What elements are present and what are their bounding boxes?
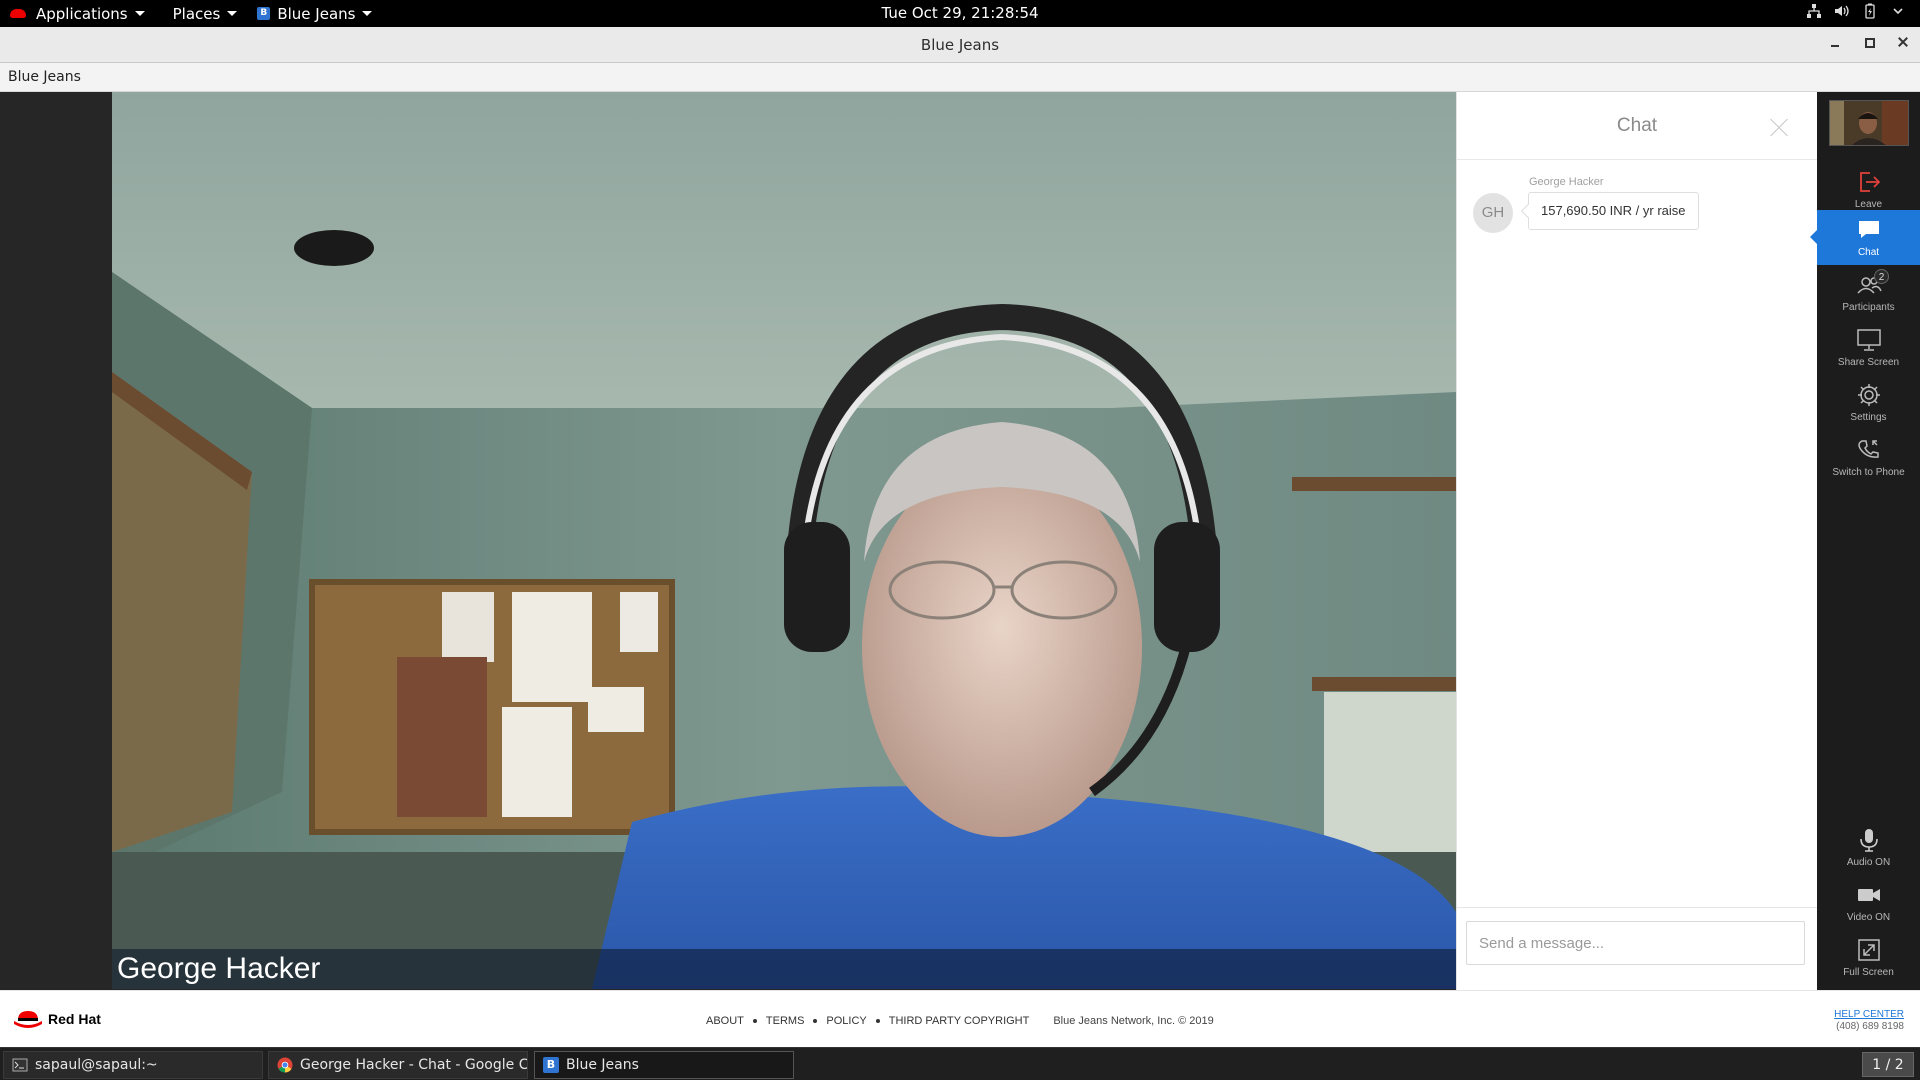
bluejeans-icon: B <box>257 7 271 20</box>
help-phone: (408) 689 8198 <box>1836 1021 1904 1032</box>
volume-icon <box>1835 5 1849 17</box>
chat-icon <box>1858 221 1879 238</box>
participants-button[interactable]: 2 Participants <box>1817 265 1920 320</box>
footer-link-third-party-copyright[interactable]: THIRD PARTY COPYRIGHT <box>889 1015 1030 1027</box>
chat-panel: Chat GH George Hacker 157,690.50 INR / y… <box>1456 92 1817 990</box>
separator-dot <box>813 1019 818 1023</box>
taskbar-item-label: sapaul@sapaul:~ <box>35 1057 158 1073</box>
chat-header: Chat <box>1457 92 1817 160</box>
help-center-link[interactable]: HELP CENTER <box>1834 1009 1904 1021</box>
avatar: GH <box>1473 193 1513 233</box>
separator-dot <box>875 1019 880 1023</box>
leave-button[interactable]: Leave <box>1817 162 1920 217</box>
message-input[interactable] <box>1466 921 1805 965</box>
meeting-toolbar: Leave Chat 2 Participants Share Screen S… <box>1810 92 1920 990</box>
footer-link-terms[interactable]: TERMS <box>766 1015 805 1027</box>
share-screen-button[interactable]: Share Screen <box>1817 320 1920 375</box>
active-app-menu[interactable]: B Blue Jeans <box>247 0 382 27</box>
full-screen-button[interactable]: Full Screen <box>1817 930 1920 985</box>
participant-video[interactable]: George Hacker <box>112 92 1456 989</box>
settings-icon <box>1857 384 1880 406</box>
chat-label: Chat <box>1857 247 1880 258</box>
meeting-area: George Hacker Chat GH George Hacker 157,… <box>0 92 1920 990</box>
app-tab-strip: Blue Jeans <box>0 63 1920 92</box>
participant-name-label: George Hacker <box>117 952 321 985</box>
places-menu-label: Places <box>172 4 221 23</box>
minimize-icon[interactable] <box>1828 35 1842 49</box>
message-bubble: 157,690.50 INR / yr raise <box>1528 192 1699 230</box>
redhat-icon <box>10 9 26 18</box>
battery-icon <box>1865 3 1875 19</box>
self-view-image <box>1830 101 1908 145</box>
tab-blue-jeans[interactable]: Blue Jeans <box>8 69 81 85</box>
settings-label: Settings <box>1850 412 1887 423</box>
taskbar-item-label: Blue Jeans <box>566 1057 639 1073</box>
applications-menu[interactable]: Applications <box>0 0 155 27</box>
message-sender: George Hacker <box>1529 176 1604 188</box>
share-screen-label: Share Screen <box>1837 357 1900 368</box>
microphone-icon <box>1859 829 1878 852</box>
separator-dot <box>752 1019 757 1023</box>
gnome-top-bar: Applications Places B Blue Jeans Tue Oct… <box>0 0 1920 27</box>
fullscreen-icon <box>1857 939 1880 961</box>
network-icon <box>1807 4 1821 18</box>
chat-footer <box>1457 907 1817 990</box>
window-controls <box>1828 35 1910 49</box>
chevron-down-icon <box>227 11 238 16</box>
taskbar-item-terminal[interactable]: sapaul@sapaul:~ <box>3 1051 263 1079</box>
chat-button[interactable]: Chat <box>1810 210 1920 265</box>
power-menu-icon <box>1893 8 1903 15</box>
terminal-icon <box>12 1058 28 1072</box>
maximize-icon[interactable] <box>1862 35 1876 49</box>
window-title: Blue Jeans <box>920 35 1000 54</box>
video-camera-icon <box>1857 889 1880 901</box>
phone-icon <box>1857 440 1879 458</box>
close-icon[interactable] <box>1896 35 1910 49</box>
redhat-logo[interactable]: Red Hat <box>14 1010 101 1028</box>
leave-icon <box>1859 172 1880 192</box>
full-screen-label: Full Screen <box>1843 967 1894 978</box>
bluejeans-icon: B <box>543 1057 559 1073</box>
footer-link-policy[interactable]: POLICY <box>826 1015 866 1027</box>
taskbar-item-label: George Hacker - Chat - Google C... <box>300 1057 528 1073</box>
help-block: HELP CENTER (408) 689 8198 <box>1834 1009 1904 1033</box>
active-app-label: Blue Jeans <box>277 4 356 23</box>
participants-label: Participants <box>1842 302 1895 313</box>
redhat-brand-label: Red Hat <box>48 1011 101 1027</box>
participants-count-badge: 2 <box>1874 269 1889 284</box>
copyright-text: Blue Jeans Network, Inc. © 2019 <box>1053 1015 1214 1027</box>
page-footer: Red Hat ABOUT TERMS POLICY THIRD PARTY C… <box>0 990 1920 1047</box>
audio-label: Audio ON <box>1846 857 1891 868</box>
applications-menu-label: Applications <box>36 4 128 23</box>
taskbar-item-bluejeans[interactable]: B Blue Jeans <box>534 1051 794 1079</box>
places-menu[interactable]: Places <box>163 0 248 27</box>
chevron-down-icon <box>134 11 145 16</box>
video-feed-image <box>112 92 1456 989</box>
redhat-hat-icon <box>14 1011 42 1028</box>
chrome-icon <box>277 1057 293 1073</box>
taskbar-item-chrome[interactable]: George Hacker - Chat - Google C... <box>268 1051 528 1079</box>
footer-links: ABOUT TERMS POLICY THIRD PARTY COPYRIGHT… <box>706 1015 1214 1027</box>
system-tray[interactable] <box>1806 3 1906 19</box>
switch-to-phone-label: Switch to Phone <box>1832 467 1905 478</box>
switch-to-phone-button[interactable]: Switch to Phone <box>1817 430 1920 485</box>
video-label: Video ON <box>1846 912 1891 923</box>
footer-link-about[interactable]: ABOUT <box>706 1015 744 1027</box>
window-title-bar[interactable]: Blue Jeans <box>0 27 1920 63</box>
bottom-taskbar: sapaul@sapaul:~ George Hacker - Chat - G… <box>0 1047 1920 1080</box>
close-chat-icon[interactable] <box>1769 118 1789 138</box>
leave-label: Leave <box>1854 199 1883 210</box>
self-view-thumbnail[interactable] <box>1829 100 1909 146</box>
workspace-switcher[interactable]: 1 / 2 <box>1862 1052 1914 1077</box>
chevron-down-icon <box>362 11 373 16</box>
audio-toggle-button[interactable]: Audio ON <box>1817 820 1920 875</box>
settings-button[interactable]: Settings <box>1817 375 1920 430</box>
chat-title: Chat <box>1616 114 1658 136</box>
video-toggle-button[interactable]: Video ON <box>1817 875 1920 930</box>
share-screen-icon <box>1856 329 1881 351</box>
